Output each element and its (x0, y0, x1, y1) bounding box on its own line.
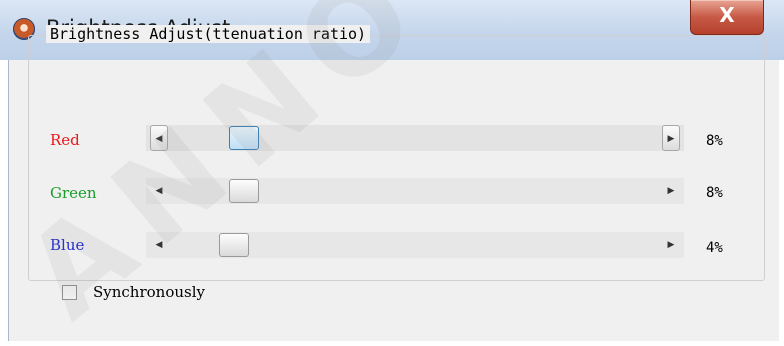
blue-label: Blue (50, 236, 85, 254)
green-slider-thumb[interactable] (228, 179, 259, 203)
red-label: Red (50, 131, 80, 149)
red-slider[interactable]: ◀ ▶ (146, 125, 684, 151)
blue-slider-thumb[interactable] (219, 233, 250, 257)
green-slider[interactable]: ◀ ▶ (146, 178, 684, 204)
red-slider-thumb[interactable] (228, 126, 259, 150)
right-arrow-icon[interactable]: ▶ (662, 125, 680, 151)
right-arrow-icon[interactable]: ▶ (662, 178, 680, 204)
groupbox-title: Brightness Adjust(ttenuation ratio) (46, 25, 371, 43)
synchronously-label[interactable]: Synchronously (93, 283, 205, 301)
blue-value: 4% (706, 240, 723, 256)
close-button[interactable]: X (690, 0, 764, 35)
left-arrow-icon[interactable]: ◀ (150, 178, 168, 204)
red-value: 8% (706, 133, 723, 149)
green-value: 8% (706, 185, 723, 201)
left-arrow-icon[interactable]: ◀ (150, 125, 168, 151)
right-arrow-icon[interactable]: ▶ (662, 232, 680, 258)
left-arrow-icon[interactable]: ◀ (150, 232, 168, 258)
blue-slider[interactable]: ◀ ▶ (146, 232, 684, 258)
green-label: Green (50, 184, 97, 202)
synchronously-checkbox[interactable] (62, 285, 77, 300)
